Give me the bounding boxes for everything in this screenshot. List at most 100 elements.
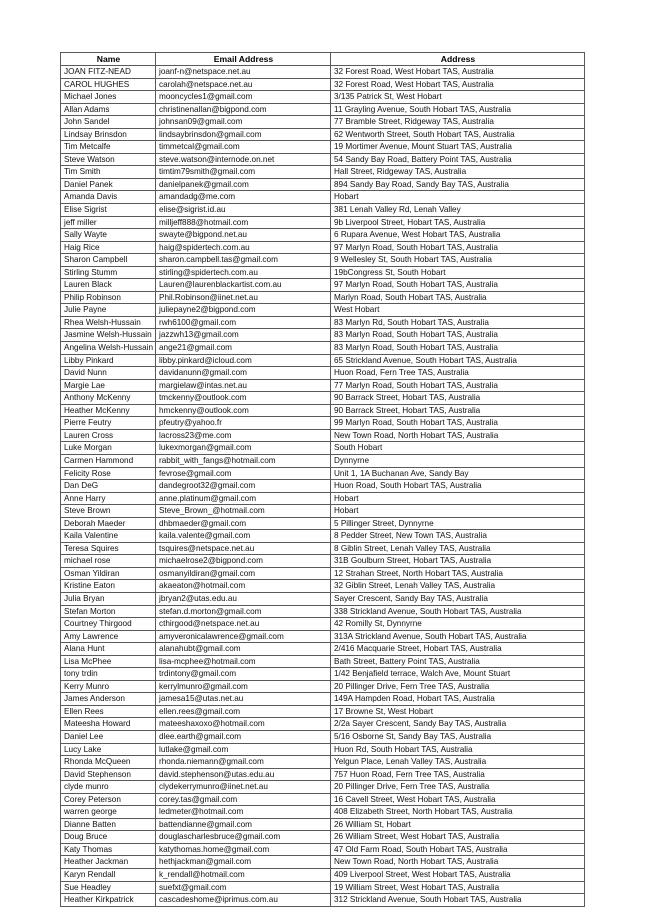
cell-address: 32 Forest Road, West Hobart TAS, Austral… xyxy=(330,65,585,79)
table-row: Steve Watson steve.watson@internode.on.ne… xyxy=(60,152,585,167)
cell-name: Courtney Thirgood xyxy=(60,617,156,631)
cell-address: 19bCongress St, South Hobart xyxy=(330,265,585,280)
table-row: Daniel Panek danielpanek@gmail.com 894 San… xyxy=(60,177,585,192)
cell-email: margielaw@intas.net.au xyxy=(155,378,331,393)
cell-address: 83 Marlyn Road, South Hobart TAS, Austra… xyxy=(330,328,585,343)
cell-email: akaeaton@hotmail.com xyxy=(155,579,331,593)
table-row: Steve Brown Steve_Brown_@hotmail.com Hobar… xyxy=(60,504,585,518)
table-row: Heather McKenny hmckenny@outlook.com 90 Ba… xyxy=(60,403,585,418)
cell-address: West Hobart xyxy=(330,303,585,317)
column-header-address: Address xyxy=(330,52,585,66)
table-row: Stefan Morton stefan.d.morton@gmail.com 33… xyxy=(60,604,585,619)
cell-email: ledmeter@hotmail.com xyxy=(155,805,331,819)
cell-address: 20 Pillinger Drive, Fern Tree TAS, Austr… xyxy=(330,679,585,694)
cell-name: Sue Headley xyxy=(60,880,156,895)
cell-name: Daniel Panek xyxy=(60,177,156,192)
cell-name: clyde munro xyxy=(60,780,156,794)
table-row: Julie Payne juliepayne2@bigpond.com West H… xyxy=(60,303,585,317)
cell-address: New Town Road, North Hobart TAS, Austral… xyxy=(330,428,585,443)
document-page: Name Email Address Address JOAN FITZ-NEA… xyxy=(0,0,646,915)
table-row: CAROL HUGHES carolah@netspace.net.au 32 Fo… xyxy=(60,77,585,92)
cell-name: Jasmine Welsh-Hussain xyxy=(60,328,156,343)
cell-address: 19 Mortimer Avenue, Mount Stuart TAS, Au… xyxy=(330,140,585,154)
cell-address: 19 William Street, West Hobart TAS, Aust… xyxy=(330,880,585,895)
cell-address: South Hobart xyxy=(330,441,585,455)
cell-email: fevrose@gmail.com xyxy=(155,466,331,481)
cell-name: Lucy Lake xyxy=(60,742,156,757)
cell-name: Lisa McPhee xyxy=(60,654,156,669)
table-row: David Stephenson david.stephenson@utas.ed… xyxy=(60,767,585,782)
table-row: Carmen Hammond rabbit_with_fangs@hotmail.… xyxy=(60,453,585,468)
cell-email: kaila.valente@gmail.com xyxy=(155,529,331,543)
table-row: Kerry Munro kerrylmunro@gmail.com 20 Pilli… xyxy=(60,679,585,694)
table-row: Kaila Valentine kaila.valente@gmail.com 8 … xyxy=(60,529,585,543)
cell-email: elise@sigrist.id.au xyxy=(155,203,331,217)
cell-name: Teresa Squires xyxy=(60,541,156,556)
cell-address: 2/2a Sayer Crescent, Sandy Bay TAS, Aust… xyxy=(330,717,585,731)
table-row: Sue Headley suefxt@gmail.com 19 William St… xyxy=(60,880,585,895)
cell-address: 32 Forest Road, West Hobart TAS, Austral… xyxy=(330,77,585,92)
table-header: Name Email Address Address xyxy=(60,52,585,66)
table-row: Dan DeG dandegroot32@gmail.com Huon Road, … xyxy=(60,479,585,493)
cell-email: haig@spidertech.com.au xyxy=(155,240,331,255)
cell-name: John Sandel xyxy=(60,115,156,129)
cell-address: 149A Hampden Road, Hobart TAS, Australia xyxy=(330,692,585,706)
cell-name: Amanda Davis xyxy=(60,190,156,204)
cell-address: Dynnyrne xyxy=(330,453,585,468)
table-row: Michael Jones mooncycles1@gmail.com 3/135 … xyxy=(60,90,585,104)
table-row: Pierre Feutry pfeutry@yahoo.fr 99 Marlyn R… xyxy=(60,416,585,430)
cell-address: 381 Lenah Valley Rd, Lenah Valley xyxy=(330,203,585,217)
cell-address: 313A Strickland Avenue, South Hobart TAS… xyxy=(330,629,585,644)
table-row: Felicity Rose fevrose@gmail.com Unit 1, 1A… xyxy=(60,466,585,481)
cell-email: lindsaybrinsdon@gmail.com xyxy=(155,127,331,142)
cell-email: douglascharlesbruce@gmail.com xyxy=(155,830,331,844)
cell-email: kerrylmunro@gmail.com xyxy=(155,679,331,694)
cell-address: 6 Rupara Avenue, West Hobart TAS, Austra… xyxy=(330,228,585,242)
table-row: Daniel Lee dlee.earth@gmail.com 5/16 Osbor… xyxy=(60,730,585,744)
cell-email: ange21@gmail.com xyxy=(155,341,331,355)
contacts-table: Name Email Address Address JOAN FITZ-NEA… xyxy=(60,52,585,907)
cell-address: 409 Liverpool Street, West Hobart TAS, A… xyxy=(330,868,585,882)
cell-name: Anthony McKenny xyxy=(60,391,156,405)
table-row: Karyn Rendall k_rendall@hotmail.com 409 Li… xyxy=(60,868,585,882)
cell-address: 5/16 Osborne St, Sandy Bay TAS, Australi… xyxy=(330,730,585,744)
cell-address: 894 Sandy Bay Road, Sandy Bay TAS, Austr… xyxy=(330,177,585,192)
table-row: Lauren Black Lauren@laurenblackartist.com… xyxy=(60,278,585,292)
table-row: Amanda Davis amandadg@me.com Hobart xyxy=(60,190,585,204)
cell-name: Tim Metcalfe xyxy=(60,140,156,154)
cell-email: Lauren@laurenblackartist.com.au xyxy=(155,278,331,292)
cell-email: alanahubt@gmail.com xyxy=(155,642,331,656)
cell-name: Mateesha Howard xyxy=(60,717,156,731)
cell-address: 20 Pillinger Drive, Fern Tree TAS, Austr… xyxy=(330,780,585,794)
cell-name: Sally Wayte xyxy=(60,228,156,242)
table-row: warren george ledmeter@hotmail.com 408 Eli… xyxy=(60,805,585,819)
cell-name: jeff miller xyxy=(60,215,156,230)
table-row: Rhea Welsh-Hussain rwh6100@gmail.com 83 Ma… xyxy=(60,315,585,330)
cell-email: tsquires@netspace.net.au xyxy=(155,541,331,556)
cell-name: Kerry Munro xyxy=(60,679,156,694)
column-header-name: Name xyxy=(60,52,156,66)
cell-address: Huon Road, Fern Tree TAS, Australia xyxy=(330,366,585,380)
cell-email: cthirgood@netspace.net.au xyxy=(155,617,331,631)
cell-address: 3/135 Patrick St, West Hobart xyxy=(330,90,585,104)
cell-email: jazzwh13@gmail.com xyxy=(155,328,331,343)
table-row: Angelina Welsh-Hussain ange21@gmail.com 83… xyxy=(60,341,585,355)
cell-name: Dianne Batten xyxy=(60,817,156,832)
table-row: JOAN FITZ-NEAD joanf-n@netspace.net.au 32 … xyxy=(60,65,585,79)
cell-name: Heather Jackman xyxy=(60,855,156,869)
cell-name: Amy Lawrence xyxy=(60,629,156,644)
table-row: Sally Wayte swayte@bigpond.net.au 6 Rupara… xyxy=(60,228,585,242)
cell-email: amandadg@me.com xyxy=(155,190,331,204)
cell-address: 42 Romilly St, Dynnyrne xyxy=(330,617,585,631)
cell-address: 90 Barrack Street, Hobart TAS, Australia xyxy=(330,403,585,418)
table-body: JOAN FITZ-NEAD joanf-n@netspace.net.au 32 … xyxy=(60,65,585,907)
column-header-email: Email Address xyxy=(155,52,331,66)
cell-name: Deborah Maeder xyxy=(60,516,156,531)
cell-email: michaelrose2@bigpond.com xyxy=(155,554,331,568)
cell-email: timmetcal@gmail.com xyxy=(155,140,331,154)
cell-name: Tim Smith xyxy=(60,165,156,179)
table-row: Kristine Eaton akaeaton@hotmail.com 32 Gib… xyxy=(60,579,585,593)
cell-name: Rhea Welsh-Hussain xyxy=(60,315,156,330)
cell-name: Heather McKenny xyxy=(60,403,156,418)
cell-email: k_rendall@hotmail.com xyxy=(155,868,331,882)
